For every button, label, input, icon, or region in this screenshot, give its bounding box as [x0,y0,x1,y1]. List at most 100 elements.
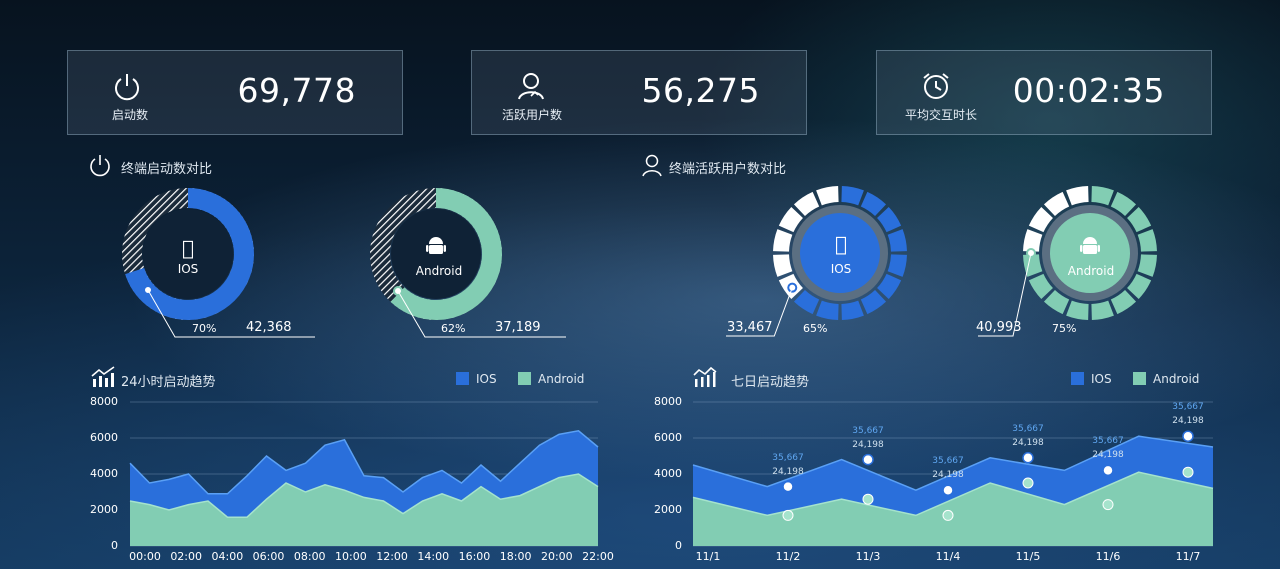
x-tick-label: 11/7 [1175,550,1201,563]
android-icon [1080,237,1100,254]
ring-percent: 75% [1052,322,1077,335]
point-label: 35,667 24,198 [1003,422,1053,450]
point-label-android: 24,198 [1012,437,1044,448]
android-icon [426,237,446,254]
y-tick-label: 4000 [90,467,118,480]
point-marker-ios [1022,452,1034,464]
y-tick-label: 6000 [90,431,118,444]
ring-segment [841,300,864,320]
legend-label: IOS [476,372,497,386]
stat-label: 启动数 [112,108,149,122]
user-icon [642,154,662,177]
point-label-ios: 35,667 [932,456,964,467]
point-label-android: 24,198 [1172,416,1204,427]
stat-label: 平均交互时长 [905,108,978,122]
legend-swatch-ios [456,372,469,385]
ring-segment [1137,229,1157,252]
point-label-ios: 35,667 [1092,436,1124,447]
point-label-android: 24,198 [772,466,804,477]
x-tick-label: 11/6 [1095,550,1121,563]
ring-name: IOS [177,262,199,276]
x-tick-label: 11/4 [935,550,961,563]
point-marker-android [862,493,874,505]
chart-title-7d: 七日启动趋势 [731,375,810,390]
x-tick-label: 00:00 [129,550,161,563]
user-icon [518,73,544,100]
bar-chart-icon [91,366,115,387]
alarm-clock-icon [923,73,949,99]
x-tick-label: 06:00 [252,550,285,563]
line-chart-icon [693,366,717,387]
ring-name: IOS [830,262,852,276]
ring-segment [1066,300,1089,320]
x-tick-label: 12:00 [376,550,408,563]
donut-chart-android-launches [370,188,566,338]
point-label: 35,667 24,198 [763,451,813,479]
ring-percent: 65% [803,322,828,335]
x-tick-label: 18:00 [499,550,532,563]
ring-count: 40,993 [976,320,1022,335]
x-tick-label: 11/1 [695,550,721,563]
stat-card-avg-duration: 平均交互时长 00:02:35 [876,50,1212,135]
stat-card-launches: 启动数 69,778 [67,50,403,135]
ring-segment [773,229,793,252]
ring-segment [1137,254,1157,277]
x-tick-label: 11/2 [775,550,801,563]
point-label: 35,667 24,198 [1083,434,1133,462]
ring-segment [887,254,907,277]
ring-count: 42,368 [246,320,292,335]
legend-label: Android [1153,372,1200,386]
section-title-launch-compare: 终端启动数对比 [121,162,213,177]
stat-label: 活跃用户数 [502,108,563,122]
point-marker-ios [782,480,794,493]
legend-android: Android [518,372,584,386]
point-marker-android [782,509,794,521]
x-tick-label: 22:00 [582,550,614,563]
point-marker-ios [1102,464,1114,477]
power-icon [90,155,110,177]
point-marker-ios [862,453,874,466]
ring-segment [1066,186,1089,206]
x-tick-label: 08:00 [293,550,326,563]
apple-icon:  [148,236,228,260]
y-tick-label: 6000 [654,431,682,444]
ring-segment [1091,186,1114,206]
point-label-ios: 35,667 [772,452,804,463]
stat-value: 00:02:35 [1012,71,1165,110]
stat-card-active-users: 活跃用户数 56,275 [471,50,807,135]
point-marker-android [1022,477,1034,489]
point-marker-ios [942,484,954,496]
ring-segment [816,186,839,206]
x-tick-label: 16:00 [458,550,491,563]
point-label: 35,667 24,198 [1163,400,1213,428]
ring-segment [773,254,793,277]
power-icon [115,74,139,101]
legend-swatch-ios [1071,372,1084,385]
ring-marker [787,282,798,293]
ring-segment [816,300,839,320]
legend-label: Android [538,372,585,386]
legend-swatch-android [1133,372,1146,385]
point-label-android: 24,198 [1092,450,1124,461]
point-marker-android [942,509,954,521]
y-tick-label: 0 [675,539,682,552]
x-tick-label: 02:00 [170,550,203,563]
y-tick-label: 2000 [90,503,118,516]
section-title-active-compare: 终端活跃用户数对比 [669,162,787,177]
point-marker-android [1102,499,1114,511]
ring-segment [887,229,907,252]
legend-android: Android [1133,372,1199,386]
x-tick-label: 11/3 [855,550,881,563]
ring-name: Android [415,264,463,278]
y-tick-label: 0 [111,539,118,552]
x-tick-label: 10:00 [335,550,367,563]
x-tick-label: 14:00 [417,550,450,563]
legend-swatch-android [518,372,531,385]
stat-value: 69,778 [237,71,356,110]
ring-name: Android [1067,264,1115,278]
legend-ios: IOS [1071,372,1112,386]
chart-plot [129,401,599,547]
y-tick-label: 4000 [654,467,682,480]
point-label-android: 24,198 [852,439,884,450]
ring-count: 33,467 [727,320,773,335]
